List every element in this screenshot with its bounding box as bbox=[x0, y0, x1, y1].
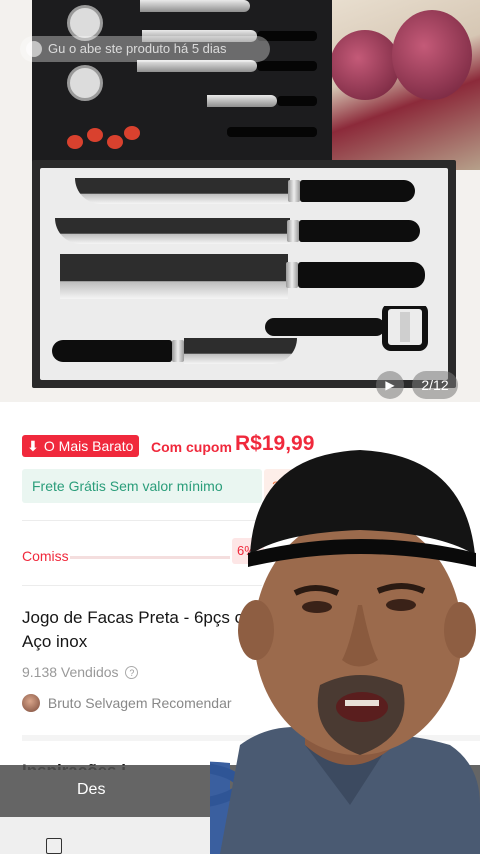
screen: { "gallery": { "ghost_banner": "Gu o abe… bbox=[0, 0, 480, 854]
sold-count: 9.138 Vendidos ? bbox=[22, 664, 139, 680]
knife-handle bbox=[299, 220, 420, 242]
knife-bolster bbox=[286, 262, 298, 288]
bread-knife bbox=[75, 178, 415, 204]
tomato-decor bbox=[124, 126, 140, 140]
play-icon: ▶ bbox=[385, 378, 395, 392]
lid-peeler bbox=[227, 127, 317, 137]
bottom-overlay-text[interactable]: Des bbox=[77, 781, 105, 799]
viewer-notice-text: Gu o abe ste produto há 5 dias bbox=[48, 41, 227, 56]
image-counter: 2/12 bbox=[412, 371, 458, 399]
knife-logo-icon bbox=[67, 65, 103, 101]
knife-bolster bbox=[172, 340, 184, 362]
play-video-button[interactable]: ▶ bbox=[376, 371, 404, 399]
knife-tray-insert bbox=[40, 168, 448, 380]
commission-bar bbox=[70, 556, 230, 559]
product-image-gallery[interactable]: Gu o abe ste produto há 5 dias ▶ 2/12 bbox=[0, 0, 480, 402]
tomato-decor bbox=[107, 135, 123, 149]
chef-knife bbox=[60, 254, 425, 299]
tomato-decor bbox=[67, 135, 83, 149]
lid-knife-handle bbox=[257, 61, 317, 71]
recommender-avatar bbox=[22, 694, 40, 712]
lid-knife-blade bbox=[207, 95, 277, 107]
onion-decor bbox=[330, 30, 400, 100]
presenter-webcam bbox=[210, 450, 480, 854]
down-arrow-icon: ⬇ bbox=[27, 438, 39, 454]
commission-label: Comiss bbox=[22, 548, 69, 564]
knife-handle bbox=[52, 340, 172, 362]
knife-handle bbox=[298, 262, 425, 288]
knife-handle bbox=[300, 180, 415, 202]
cheapest-badge: ⬇ O Mais Barato bbox=[22, 435, 140, 457]
sold-count-text: 9.138 Vendidos bbox=[22, 664, 119, 680]
lid-knife-blade bbox=[140, 0, 250, 12]
knife-bolster bbox=[287, 220, 299, 242]
checkbox[interactable] bbox=[46, 838, 62, 854]
knife-blade bbox=[75, 178, 290, 204]
knife-box-lid bbox=[32, 0, 332, 165]
viewer-avatar bbox=[26, 41, 42, 57]
utility-knife bbox=[52, 338, 297, 364]
lid-knife-handle bbox=[277, 96, 317, 106]
carving-knife bbox=[55, 218, 420, 244]
onion-decor bbox=[392, 10, 472, 100]
recommender-text: Bruto Selvagem Recomendar bbox=[47, 695, 232, 711]
knife-blade bbox=[55, 218, 290, 244]
knife-blade bbox=[60, 254, 288, 299]
background-food-decor bbox=[322, 0, 480, 170]
peeler bbox=[265, 306, 428, 351]
recommender[interactable]: Bruto Selvagem Recomendar bbox=[22, 694, 232, 712]
knife-tray bbox=[32, 160, 456, 388]
info-icon[interactable]: ? bbox=[125, 666, 139, 679]
viewer-notice: Gu o abe ste produto há 5 dias bbox=[20, 36, 270, 62]
tomato-decor bbox=[87, 128, 103, 142]
knife-bolster bbox=[288, 180, 300, 202]
cheapest-badge-label: O Mais Barato bbox=[43, 438, 134, 454]
